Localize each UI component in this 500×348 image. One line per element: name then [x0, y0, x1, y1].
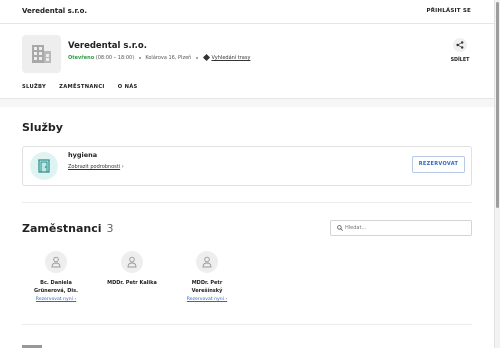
employee-name-line1: MDDr. Petr [191, 280, 223, 286]
employee-name: MDDr. Petr Verešínský [177, 279, 237, 295]
employee-name-line2: Verešínský [191, 288, 223, 294]
open-status: Otevřeno [68, 55, 95, 61]
company-header: Veredental s.r.o. Otevřeno (08:00 – 18:0… [0, 24, 494, 99]
employee-name-line2: Grünerová, Dis. [34, 288, 78, 294]
services-title: Služby [22, 121, 63, 134]
next-section-title-cropped [22, 345, 42, 348]
reserve-button[interactable]: REZERVOVAT [412, 156, 465, 173]
reserve-link[interactable]: Rezervovat nyní › [26, 297, 86, 302]
employees-title-text: Zaměstnanci [22, 222, 102, 235]
tab-services[interactable]: SLUŽBY [22, 84, 46, 90]
employee-name-line1: Bc. Daniela [40, 280, 72, 286]
employee-name-line1: MDDr. Petr Kalika [107, 280, 157, 286]
employee-search[interactable] [330, 220, 472, 236]
avatar [196, 251, 218, 273]
page-scrollbar[interactable] [494, 0, 500, 348]
directions-icon [202, 53, 210, 62]
top-bar: Veredental s.r.o. PŘIHLÁSIT SE [0, 0, 494, 24]
separator-dot [138, 56, 141, 59]
login-button[interactable]: PŘIHLÁSIT SE [427, 8, 471, 14]
tab-about[interactable]: O NÁS [118, 84, 138, 90]
avatar [45, 251, 67, 273]
employee-card: Bc. Daniela Grünerová, Dis. Rezervovat ny… [26, 251, 86, 302]
user-icon [127, 256, 137, 268]
brand-name[interactable]: Veredental s.r.o. [22, 7, 87, 15]
avatar [121, 251, 143, 273]
employee-name: MDDr. Petr Kalika [102, 279, 162, 287]
share-circle[interactable] [453, 38, 467, 52]
user-icon [51, 256, 61, 268]
building-icon [32, 45, 51, 63]
service-icon [30, 152, 58, 180]
section-divider [22, 324, 472, 325]
employees-title: Zaměstnanci 3 [22, 222, 114, 235]
service-name: hygiena [68, 151, 98, 159]
employee-name: Bc. Daniela Grünerová, Dis. [26, 279, 86, 295]
employee-card: MDDr. Petr Kalika [102, 251, 162, 287]
chevron-right-icon: › [225, 297, 228, 302]
reserve-link[interactable]: Rezervovat nyní › [177, 297, 237, 302]
share-button[interactable]: SDÍLET [445, 38, 475, 63]
chevron-right-icon: › [74, 297, 77, 302]
tab-employees[interactable]: ZAMĚSTNANCI [59, 84, 105, 90]
company-meta: Otevřeno (08:00 – 18:00) Kolárova 16, Pl… [68, 53, 251, 62]
employee-card: MDDr. Petr Verešínský Rezervovat nyní › [177, 251, 237, 302]
service-item: hygiena Zobrazit podrobnosti › REZERVOVA… [22, 146, 472, 186]
company-name: Veredental s.r.o. [68, 41, 147, 51]
section-divider [22, 202, 472, 203]
route-link[interactable]: Vyhledání trasy [212, 55, 251, 61]
details-label[interactable]: Zobrazit podrobnosti [68, 164, 120, 170]
company-logo [22, 35, 61, 73]
door-icon [38, 159, 50, 173]
opening-hours: (08:00 – 18:00) [95, 55, 135, 61]
user-icon [202, 256, 212, 268]
reserve-link-label[interactable]: Rezervovat nyní [36, 297, 73, 302]
service-details-link[interactable]: Zobrazit podrobnosti › [68, 164, 124, 170]
reserve-link-label[interactable]: Rezervovat nyní [187, 297, 224, 302]
search-icon [337, 225, 343, 231]
section-tabs: SLUŽBY ZAMĚSTNANCI O NÁS [22, 84, 149, 90]
share-label: SDÍLET [450, 58, 470, 63]
separator-dot [195, 56, 198, 59]
employee-count: 3 [106, 222, 114, 235]
search-input[interactable] [345, 223, 465, 233]
share-icon [456, 41, 464, 49]
chevron-right-icon: › [121, 164, 124, 170]
scrollbar-thumb[interactable] [496, 2, 499, 208]
address: Kolárova 16, Plzeň [145, 55, 192, 61]
